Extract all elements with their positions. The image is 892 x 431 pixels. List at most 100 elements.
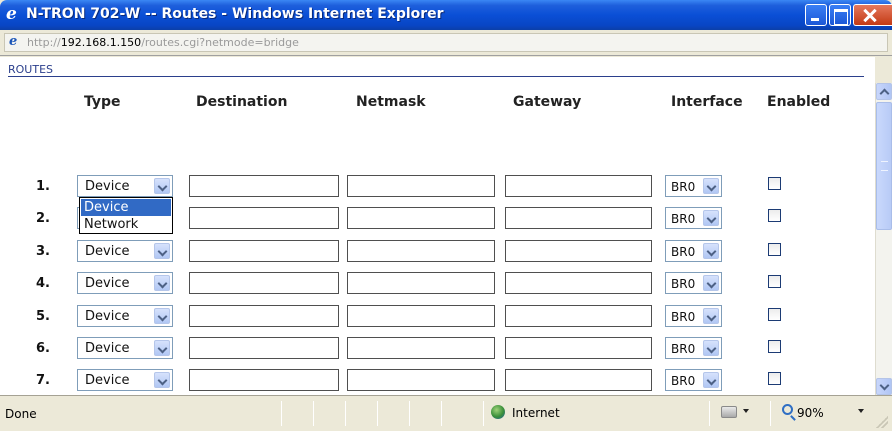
- chevron-down-icon[interactable]: [743, 409, 749, 413]
- minimize-button[interactable]: [805, 4, 827, 26]
- protected-mode-icon[interactable]: [721, 406, 737, 418]
- column-header-type: Type: [84, 94, 121, 110]
- netmask-input[interactable]: [347, 337, 495, 359]
- type-select[interactable]: Device: [77, 175, 173, 197]
- browser-window: e N-TRON 702-W -- Routes - Windows Inter…: [0, 0, 892, 431]
- scroll-down-button[interactable]: [876, 378, 892, 395]
- section-divider: [8, 76, 864, 77]
- vertical-scrollbar[interactable]: [875, 83, 892, 395]
- interface-select-value: BR0: [671, 245, 696, 259]
- interface-select-value: BR0: [671, 374, 696, 388]
- chevron-down-icon: [703, 275, 719, 291]
- enabled-checkbox[interactable]: [768, 372, 781, 385]
- type-select[interactable]: Device: [77, 272, 173, 294]
- interface-select[interactable]: BR0: [665, 369, 722, 391]
- chevron-down-icon: [703, 372, 719, 388]
- chevron-down-icon: [154, 372, 170, 388]
- interface-select[interactable]: BR0: [665, 305, 722, 327]
- type-select-value: Device: [85, 341, 130, 356]
- destination-input[interactable]: [189, 272, 339, 294]
- interface-select[interactable]: BR0: [665, 207, 722, 229]
- type-select[interactable]: Device: [77, 305, 173, 327]
- interface-select-value: BR0: [671, 180, 696, 194]
- status-separator: [483, 401, 484, 426]
- type-select-value: Device: [85, 373, 130, 388]
- chevron-down-icon: [154, 308, 170, 324]
- gateway-input[interactable]: [505, 175, 652, 197]
- type-select-value: Device: [85, 244, 130, 259]
- window-title: N-TRON 702-W -- Routes - Windows Interne…: [26, 6, 444, 22]
- destination-input[interactable]: [189, 337, 339, 359]
- status-bar: Done Internet 90%: [0, 395, 892, 431]
- netmask-input[interactable]: [347, 175, 495, 197]
- enabled-checkbox[interactable]: [768, 275, 781, 288]
- zoom-level[interactable]: 90%: [797, 406, 824, 420]
- resize-grip[interactable]: [876, 416, 888, 428]
- type-select[interactable]: Device: [77, 240, 173, 262]
- row-number: 5.: [36, 309, 50, 324]
- url-prefix: http://: [27, 36, 61, 49]
- interface-select[interactable]: BR0: [665, 272, 722, 294]
- destination-input[interactable]: [189, 175, 339, 197]
- dropdown-option-network[interactable]: Network: [81, 216, 171, 233]
- type-select-value: Device: [85, 309, 130, 324]
- chevron-down-icon: [703, 308, 719, 324]
- gateway-input[interactable]: [505, 369, 652, 391]
- netmask-input[interactable]: [347, 207, 495, 229]
- gateway-input[interactable]: [505, 240, 652, 262]
- maximize-button[interactable]: [829, 4, 851, 26]
- row-number: 4.: [36, 276, 50, 291]
- row-number: 1.: [36, 179, 50, 194]
- interface-select[interactable]: BR0: [665, 337, 722, 359]
- gateway-input[interactable]: [505, 337, 652, 359]
- enabled-checkbox[interactable]: [768, 243, 781, 256]
- title-bar[interactable]: e N-TRON 702-W -- Routes - Windows Inter…: [0, 0, 892, 30]
- chevron-down-icon: [154, 340, 170, 356]
- enabled-checkbox[interactable]: [768, 340, 781, 353]
- close-button[interactable]: [853, 4, 892, 26]
- scroll-thumb[interactable]: [876, 102, 892, 230]
- row-number: 7.: [36, 373, 50, 388]
- status-separator: [281, 401, 282, 426]
- type-select[interactable]: Device: [77, 369, 173, 391]
- interface-select-value: BR0: [671, 310, 696, 324]
- chevron-down-icon[interactable]: [858, 409, 864, 413]
- interface-select[interactable]: BR0: [665, 175, 722, 197]
- netmask-input[interactable]: [347, 240, 495, 262]
- gateway-input[interactable]: [505, 272, 652, 294]
- url-field[interactable]: e http://192.168.1.150/routes.cgi?netmod…: [4, 33, 888, 52]
- destination-input[interactable]: [189, 305, 339, 327]
- chevron-down-icon: [154, 275, 170, 291]
- chevron-down-icon: [703, 210, 719, 226]
- type-select[interactable]: Device: [77, 337, 173, 359]
- column-header-netmask: Netmask: [356, 94, 426, 110]
- row-number: 3.: [36, 244, 50, 259]
- scroll-up-button[interactable]: [876, 83, 892, 100]
- enabled-checkbox[interactable]: [768, 209, 781, 222]
- netmask-input[interactable]: [347, 305, 495, 327]
- gateway-input[interactable]: [505, 305, 652, 327]
- status-separator: [377, 401, 378, 426]
- section-title: ROUTES: [8, 63, 54, 76]
- enabled-checkbox[interactable]: [768, 177, 781, 190]
- column-header-gateway: Gateway: [513, 94, 582, 110]
- url-text: http://192.168.1.150/routes.cgi?netmode=…: [27, 36, 299, 49]
- interface-select[interactable]: BR0: [665, 240, 722, 262]
- destination-input[interactable]: [189, 240, 339, 262]
- dropdown-option-device[interactable]: Device: [81, 199, 171, 216]
- row-number: 6.: [36, 341, 50, 356]
- chevron-down-icon: [703, 340, 719, 356]
- netmask-input[interactable]: [347, 369, 495, 391]
- chevron-down-icon: [154, 243, 170, 259]
- zoom-icon[interactable]: [782, 404, 793, 415]
- type-select-value: Device: [85, 179, 130, 194]
- destination-input[interactable]: [189, 207, 339, 229]
- enabled-checkbox[interactable]: [768, 308, 781, 321]
- gateway-input[interactable]: [505, 207, 652, 229]
- chevron-down-icon: [703, 243, 719, 259]
- status-separator: [770, 401, 771, 426]
- destination-input[interactable]: [189, 369, 339, 391]
- netmask-input[interactable]: [347, 272, 495, 294]
- status-separator: [313, 401, 314, 426]
- interface-select-value: BR0: [671, 277, 696, 291]
